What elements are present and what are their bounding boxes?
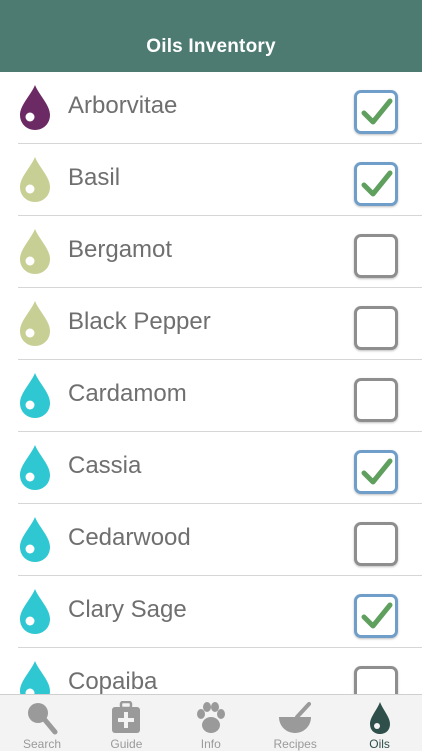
oil-name: Basil (68, 164, 121, 191)
oil-row[interactable]: Black Pepper (18, 288, 422, 360)
inventory-checkbox[interactable] (354, 378, 398, 422)
inventory-checkbox[interactable] (354, 450, 398, 494)
paw-icon (193, 701, 229, 735)
oil-drop-icon (362, 701, 398, 735)
checkmark-icon (361, 602, 393, 629)
oil-name: Black Pepper (68, 308, 211, 335)
oil-drop-icon (20, 229, 50, 274)
oil-drop-icon (20, 157, 50, 202)
oil-row[interactable]: Copaiba (18, 648, 422, 694)
oil-drop-icon (20, 517, 50, 562)
inventory-checkbox[interactable] (354, 306, 398, 350)
oil-drop-icon (20, 589, 50, 634)
oil-row[interactable]: Arborvitae (18, 72, 422, 144)
oils-list: Arborvitae Basil Bergamot Black Pepper Carda… (0, 72, 422, 694)
inventory-checkbox[interactable] (354, 162, 398, 206)
inventory-checkbox[interactable] (354, 522, 398, 566)
oil-name: Copaiba (68, 668, 158, 694)
inventory-checkbox[interactable] (354, 594, 398, 638)
oil-row[interactable]: Clary Sage (18, 576, 422, 648)
tab-label: Guide (110, 737, 143, 751)
oil-row[interactable]: Bergamot (18, 216, 422, 288)
search-icon (24, 701, 60, 735)
oil-name: Clary Sage (68, 596, 187, 623)
oil-drop-icon (20, 661, 50, 694)
inventory-checkbox[interactable] (354, 90, 398, 134)
tab-label: Info (200, 737, 221, 751)
oil-name: Cedarwood (68, 524, 191, 551)
oil-row[interactable]: Cassia (18, 432, 422, 504)
tab-label: Recipes (273, 737, 317, 751)
page-title: Oils Inventory (146, 36, 276, 57)
tab-guide[interactable]: Guide (84, 695, 168, 751)
checkmark-icon (361, 458, 393, 485)
tab-search[interactable]: Search (0, 695, 84, 751)
oil-row[interactable]: Cedarwood (18, 504, 422, 576)
oil-drop-icon (20, 85, 50, 130)
tab-label: Oils (369, 737, 390, 751)
tab-oils[interactable]: Oils (338, 695, 422, 751)
tab-info[interactable]: Info (169, 695, 253, 751)
checkmark-icon (361, 170, 393, 197)
first-aid-kit-icon (108, 700, 144, 735)
oil-name: Cardamom (68, 380, 187, 407)
oil-name: Arborvitae (68, 92, 178, 119)
inventory-checkbox[interactable] (354, 234, 398, 278)
oil-row[interactable]: Basil (18, 144, 422, 216)
tab-label: Search (22, 737, 62, 751)
oil-drop-icon (20, 301, 50, 346)
tab-bar: Search Guide Info Recipes Oils (0, 694, 422, 751)
oil-name: Bergamot (68, 236, 173, 263)
oil-row[interactable]: Cardamom (18, 360, 422, 432)
inventory-checkbox[interactable] (354, 666, 398, 694)
oil-drop-icon (20, 445, 50, 490)
checkmark-icon (361, 98, 393, 125)
mortar-bowl-icon (277, 701, 313, 735)
oil-name: Cassia (68, 452, 142, 479)
tab-recipes[interactable]: Recipes (253, 695, 337, 751)
oil-drop-icon (20, 373, 50, 418)
nav-header: Oils Inventory (0, 0, 422, 72)
